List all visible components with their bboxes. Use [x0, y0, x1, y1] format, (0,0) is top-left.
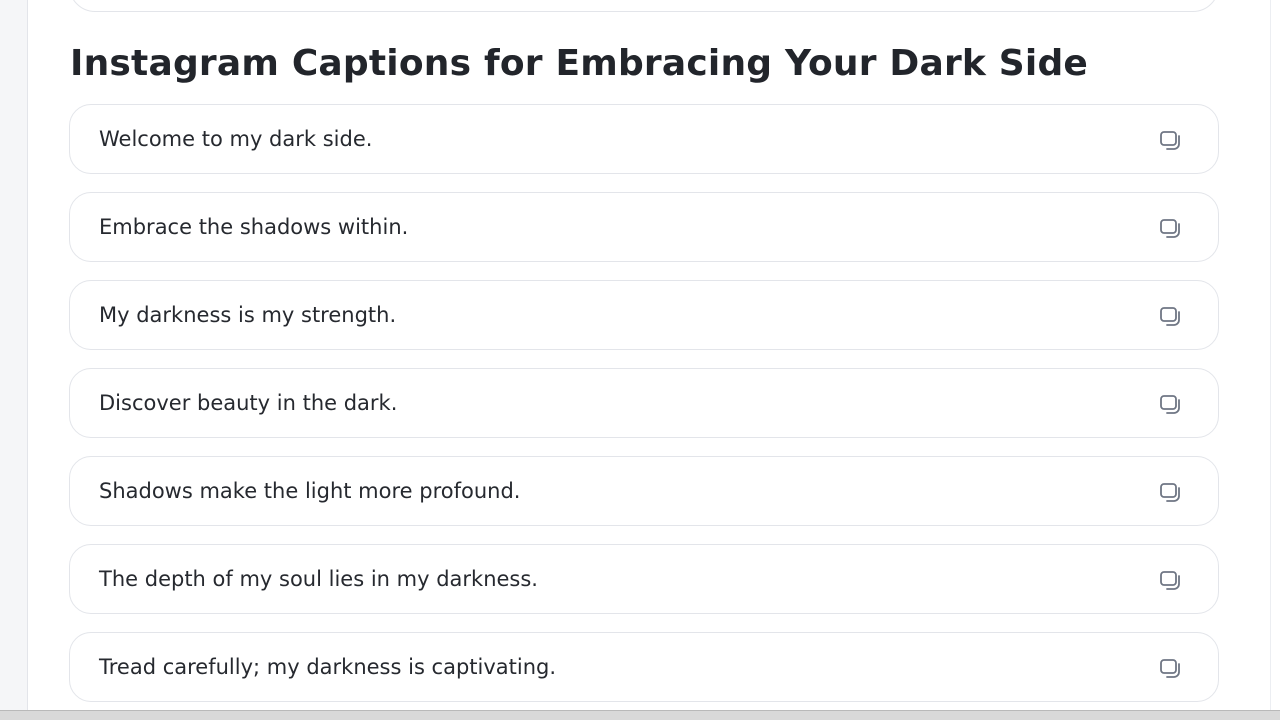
caption-card: Shadows make the light more profound. — [69, 456, 1219, 526]
copy-icon[interactable] — [1160, 483, 1184, 503]
caption-card: Discover beauty in the dark. — [69, 368, 1219, 438]
copy-icon[interactable] — [1160, 131, 1184, 151]
caption-card: Tread carefully; my darkness is captivat… — [69, 632, 1219, 702]
caption-list: Welcome to my dark side. Embrace the sha… — [69, 104, 1219, 720]
copy-icon[interactable] — [1160, 307, 1184, 327]
caption-text: The depth of my soul lies in my darkness… — [99, 567, 538, 591]
scrollbar-track[interactable] — [1270, 0, 1280, 720]
caption-card: The depth of my soul lies in my darkness… — [69, 544, 1219, 614]
caption-card: My darkness is my strength. — [69, 280, 1219, 350]
copy-icon[interactable] — [1160, 571, 1184, 591]
section-title: Instagram Captions for Embracing Your Da… — [70, 43, 1089, 84]
caption-text: Discover beauty in the dark. — [99, 391, 398, 415]
window-bottom-edge — [0, 710, 1280, 720]
caption-card: Welcome to my dark side. — [69, 104, 1219, 174]
caption-text: Welcome to my dark side. — [99, 127, 373, 151]
caption-text: Shadows make the light more profound. — [99, 479, 521, 503]
copy-icon[interactable] — [1160, 659, 1184, 679]
caption-card: Embrace the shadows within. — [69, 192, 1219, 262]
caption-text: Embrace the shadows within. — [99, 215, 409, 239]
caption-text: My darkness is my strength. — [99, 303, 397, 327]
copy-icon[interactable] — [1160, 395, 1184, 415]
left-sidebar-edge — [0, 0, 28, 720]
caption-card-partial — [69, 0, 1219, 12]
copy-icon[interactable] — [1160, 219, 1184, 239]
caption-text: Tread carefully; my darkness is captivat… — [99, 655, 557, 679]
